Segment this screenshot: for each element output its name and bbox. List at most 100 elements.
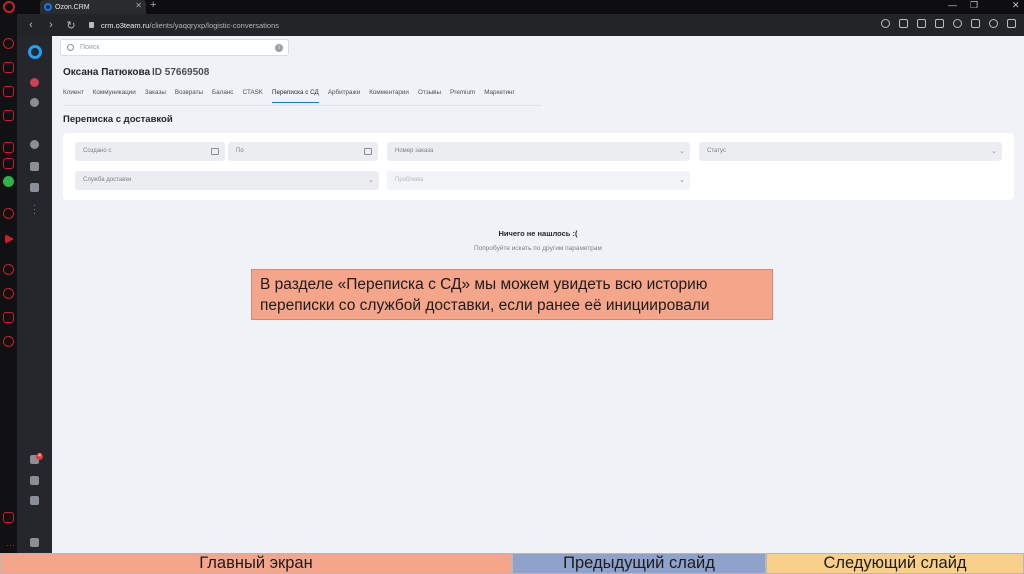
- checklist-icon[interactable]: [30, 162, 39, 171]
- bookmark-icon[interactable]: [953, 19, 962, 28]
- next-slide-button[interactable]: Следующий слайд: [766, 553, 1024, 574]
- tab-orders[interactable]: Заказы: [145, 89, 166, 103]
- date-to-placeholder: По: [236, 148, 244, 154]
- shopping-icon[interactable]: [3, 62, 14, 73]
- problem-select[interactable]: Проблема ⌄: [387, 171, 690, 190]
- created-from-placeholder: Создано с: [83, 148, 112, 154]
- screen: Ozon.CRM ✕ + — ❐ ✕ ‹ › ↻ crm.o3team.ru/c…: [0, 0, 1024, 574]
- user-icon[interactable]: [30, 140, 39, 149]
- ozon-favicon-icon: [44, 3, 52, 11]
- status-placeholder: Статус: [707, 148, 726, 154]
- forward-icon[interactable]: ›: [45, 19, 57, 31]
- camera-icon[interactable]: [917, 19, 926, 28]
- order-number-field[interactable]: Номер заказа ⌄: [387, 142, 690, 161]
- calendar-icon[interactable]: [364, 148, 372, 155]
- tab-premium[interactable]: Premium: [450, 89, 475, 103]
- chevron-down-icon: ⌄: [679, 148, 685, 155]
- logout-icon[interactable]: [30, 538, 39, 547]
- more-icon[interactable]: ···: [6, 540, 15, 550]
- tab-client[interactable]: Клиент: [63, 89, 84, 103]
- edit-icon[interactable]: [899, 19, 908, 28]
- close-window-icon[interactable]: ✕: [1012, 0, 1020, 11]
- order-number-placeholder: Номер заказа: [395, 148, 434, 154]
- empty-state-subtitle: Попробуйте искать по другим параметрам: [473, 245, 603, 252]
- date-to-field[interactable]: По: [228, 142, 378, 161]
- url-field[interactable]: crm.o3team.ru/clients/yaqqryxp/logistic-…: [101, 21, 279, 30]
- browser-sidebar: ···: [0, 14, 17, 574]
- tab-marketing[interactable]: Маркетинг: [484, 89, 515, 103]
- more-vertical-icon[interactable]: · · ·: [33, 201, 37, 218]
- restore-icon[interactable]: ❐: [970, 0, 978, 11]
- reload-icon[interactable]: ↻: [65, 19, 77, 32]
- box-icon[interactable]: [3, 312, 14, 323]
- delivery-service-select[interactable]: Служба доставки ⌄: [75, 171, 379, 190]
- close-tab-icon[interactable]: ✕: [135, 1, 142, 10]
- speed-dial-icon[interactable]: [3, 38, 14, 49]
- menu-icon[interactable]: [1007, 19, 1016, 28]
- annotation-callout: В разделе «Переписка с СД» мы можем увид…: [251, 269, 773, 320]
- filters-panel: Создано с По Номер заказа ⌄ Статус ⌄ Слу…: [63, 133, 1014, 200]
- tab-communications[interactable]: Коммуникации: [93, 89, 136, 103]
- home-slide-button[interactable]: Главный экран: [0, 553, 512, 574]
- chevron-down-icon: ⌄: [679, 177, 685, 184]
- sidebar-setup-icon[interactable]: [3, 512, 14, 523]
- chevron-down-icon: ⌄: [991, 148, 997, 155]
- problem-placeholder: Проблема: [395, 177, 424, 183]
- app-sidebar: · · · 4: [17, 36, 52, 554]
- url-host: crm.o3team.ru: [101, 20, 150, 30]
- settings-icon[interactable]: [3, 336, 14, 347]
- browser-tab-title: Ozon.CRM: [55, 3, 90, 11]
- previous-slide-button[interactable]: Предыдущий слайд: [512, 553, 766, 574]
- tab-balance[interactable]: Баланс: [212, 89, 233, 103]
- tab-arbitrations[interactable]: Арбитражи: [328, 89, 360, 103]
- tab-returns[interactable]: Возвраты: [175, 89, 203, 103]
- address-bar: ‹ › ↻ crm.o3team.ru/clients/yaqqryxp/log…: [17, 14, 1024, 36]
- slide-navigation: Главный экран Предыдущий слайд Следующий…: [0, 553, 1024, 574]
- search-icon: [67, 44, 74, 51]
- opera-logo-icon[interactable]: [3, 1, 15, 13]
- image-icon[interactable]: [935, 19, 944, 28]
- play-icon[interactable]: [30, 98, 39, 107]
- extensions-icon[interactable]: [971, 19, 980, 28]
- info-icon[interactable]: i: [275, 44, 283, 52]
- chevron-down-icon: ⌄: [368, 177, 374, 184]
- minimize-icon[interactable]: —: [948, 0, 957, 10]
- search-input[interactable]: [80, 44, 270, 51]
- chat-icon[interactable]: [30, 476, 39, 485]
- empty-state-title: Ничего не нашлось :(: [498, 229, 578, 238]
- crm-logo-icon[interactable]: [28, 45, 42, 59]
- heart-icon[interactable]: [3, 264, 14, 275]
- client-id: ID 57669508: [152, 67, 210, 78]
- browser-tab[interactable]: Ozon.CRM ✕: [40, 0, 146, 14]
- megaphone-icon[interactable]: [30, 183, 39, 192]
- notifications-badge: 4: [36, 453, 43, 460]
- created-from-field[interactable]: Создано с: [75, 142, 225, 161]
- send-icon[interactable]: [5, 234, 14, 244]
- profile-icon[interactable]: [989, 19, 998, 28]
- browser-tab-bar: Ozon.CRM ✕ + — ❐ ✕: [0, 0, 1024, 14]
- status-select[interactable]: Статус ⌄: [699, 142, 1002, 161]
- client-tabs: Клиент Коммуникации Заказы Возвраты Бала…: [63, 89, 524, 103]
- home-icon[interactable]: [30, 496, 39, 505]
- record-icon[interactable]: [30, 78, 39, 87]
- player-icon[interactable]: [3, 208, 14, 219]
- messenger-icon[interactable]: [3, 158, 14, 169]
- delivery-service-placeholder: Служба доставки: [83, 177, 132, 183]
- tabs-divider: [63, 105, 542, 106]
- history-icon[interactable]: [3, 288, 14, 299]
- tab-reviews[interactable]: Отзывы: [418, 89, 441, 103]
- lock-icon: [89, 22, 94, 28]
- whatsapp-icon[interactable]: [3, 176, 14, 187]
- page-title: Переписка с доставкой: [63, 114, 173, 125]
- tab-comments[interactable]: Комментарии: [369, 89, 409, 103]
- calendar-icon[interactable]: [211, 148, 219, 155]
- aliexpress-icon[interactable]: [3, 142, 14, 153]
- twitch-icon[interactable]: [3, 86, 14, 97]
- tab-delivery-conversations[interactable]: Переписка с СД: [271, 89, 319, 103]
- url-path: /clients/yaqqryxp/logistic-conversations: [149, 20, 279, 30]
- instagram-icon[interactable]: [3, 110, 14, 121]
- back-icon[interactable]: ‹: [25, 19, 37, 31]
- new-tab-icon[interactable]: +: [150, 0, 156, 11]
- search-page-icon[interactable]: [881, 19, 890, 28]
- tab-ctask[interactable]: CTASK: [242, 89, 263, 103]
